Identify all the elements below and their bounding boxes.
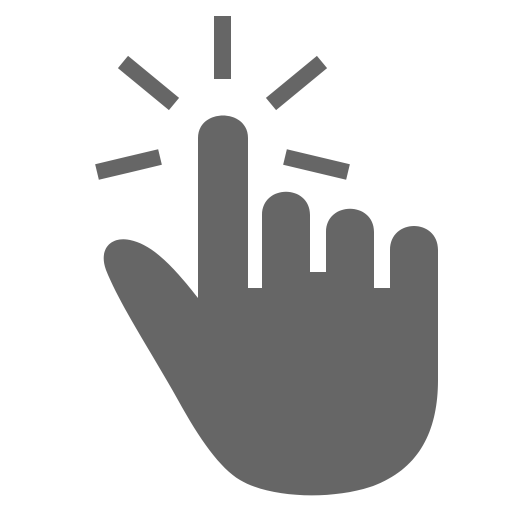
ray-top bbox=[214, 16, 231, 79]
ray-upper-left bbox=[117, 55, 180, 111]
hand-palm bbox=[103, 115, 438, 496]
ray-right bbox=[283, 149, 350, 180]
pointing-hand bbox=[103, 115, 438, 496]
ray-upper-right bbox=[265, 55, 328, 111]
ray-left bbox=[95, 149, 162, 180]
tap-gesture-icon bbox=[95, 16, 438, 496]
icon-canvas bbox=[0, 0, 512, 512]
